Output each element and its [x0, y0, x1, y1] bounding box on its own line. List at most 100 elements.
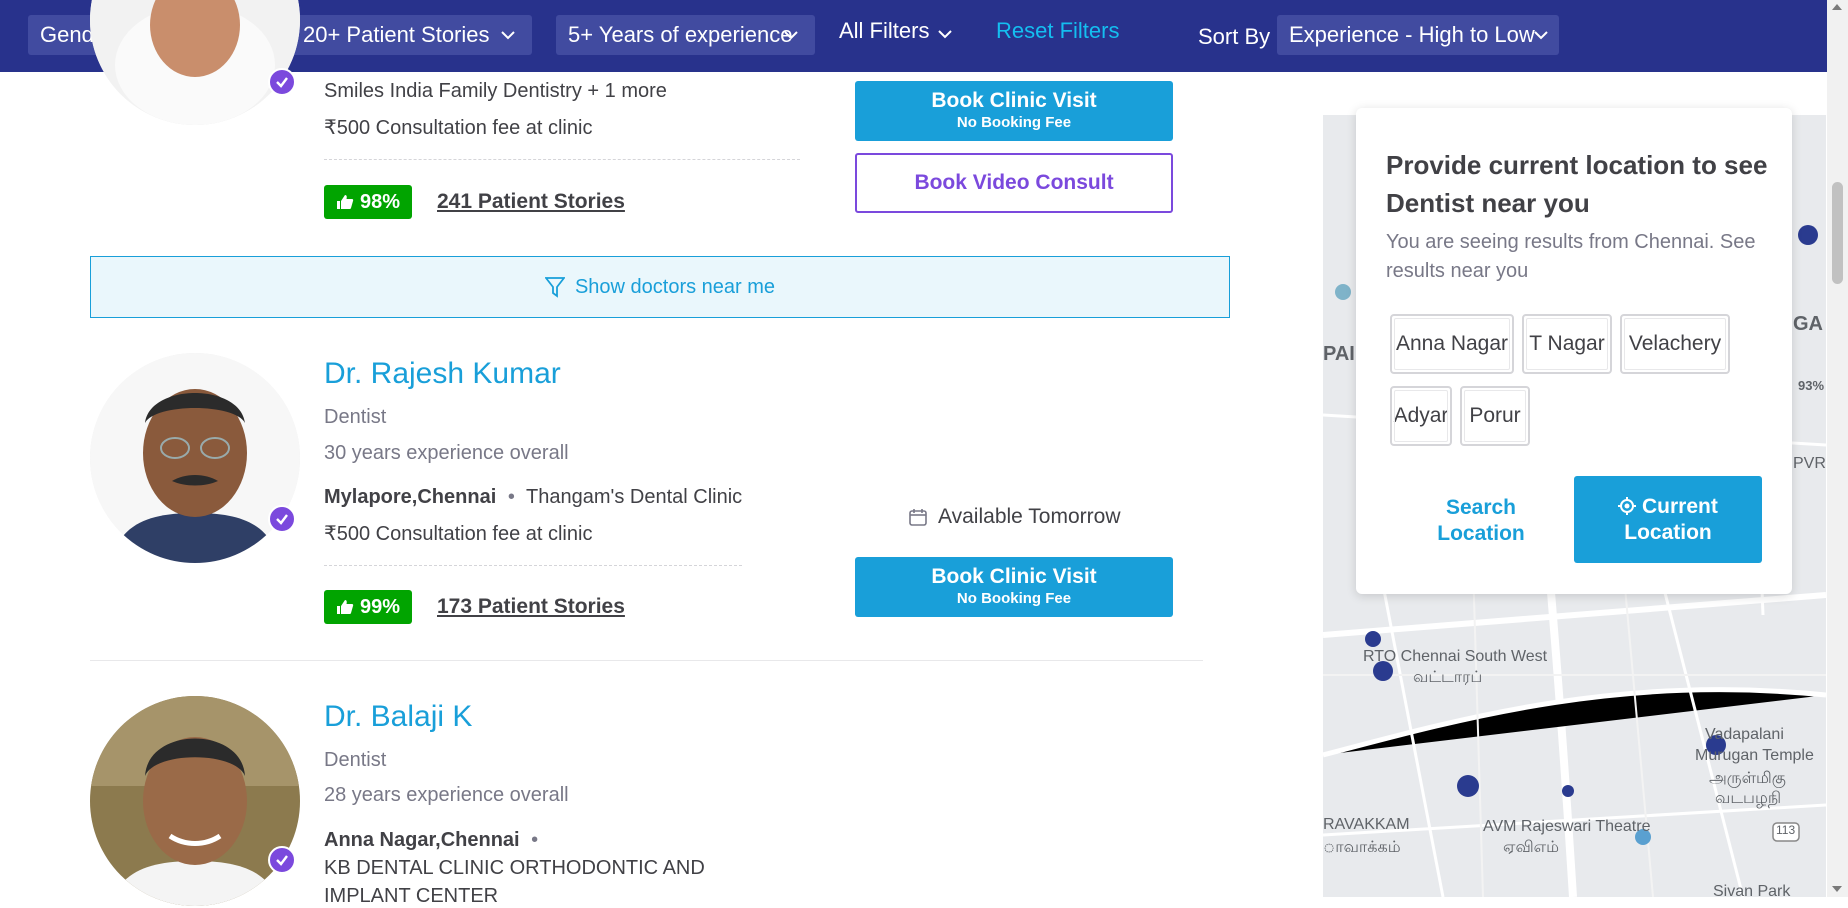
experience-filter-label: 5+ Years of experience — [568, 22, 793, 47]
all-filters-button[interactable]: All Filters — [839, 18, 929, 44]
doctor-location: Anna Nagar,Chennai • — [324, 829, 538, 852]
doctor-clinic-link[interactable]: KB DENTAL CLINIC ORTHODONTIC AND — [324, 857, 705, 880]
verified-icon — [268, 505, 296, 533]
location-chip[interactable]: Porur — [1460, 386, 1530, 446]
doctor-fee: ₹500 Consultation fee at clinic — [324, 117, 593, 139]
map-label: வட்டாரப் — [1413, 669, 1483, 686]
chevron-down-icon[interactable] — [935, 24, 955, 44]
thumbs-up-icon — [337, 600, 354, 614]
chevron-down-icon — [784, 31, 798, 40]
map-label: அருள்மிகு — [1709, 770, 1786, 787]
reset-filters-link[interactable]: Reset Filters — [996, 18, 1119, 44]
chevron-down-icon — [501, 31, 515, 40]
rating-badge: 99% — [324, 590, 413, 624]
sort-select[interactable]: Experience - High to Low — [1277, 15, 1559, 55]
location-chip-label: T Nagar — [1529, 332, 1605, 355]
doctor-avatar[interactable] — [90, 0, 300, 125]
map-label: RTO Chennai South West — [1363, 648, 1548, 665]
book-clinic-visit-label: Book Clinic Visit — [931, 89, 1097, 112]
show-doctors-near-me-label: Show doctors near me — [574, 275, 776, 298]
map-label: Murugan Temple — [1695, 747, 1814, 764]
map-label: Sivan Park — [1713, 883, 1791, 897]
scroll-down-arrow-icon[interactable] — [1832, 886, 1842, 892]
map-label: RAVAKKAM — [1323, 816, 1410, 833]
map-label: AVM Rajeswari Theatre — [1483, 818, 1651, 835]
patient-stories-filter[interactable]: 20+ Patient Stories — [291, 15, 532, 55]
scroll-up-arrow-icon[interactable] — [1832, 4, 1842, 10]
map-label: PAI — [1323, 343, 1355, 365]
map-label: வடபழநி — [1715, 790, 1782, 807]
search-location-button[interactable]: Search Location — [1416, 495, 1546, 547]
map-label: 93% — [1798, 378, 1825, 393]
doctor-locality-link[interactable]: Mylapore,Chennai — [324, 486, 496, 508]
current-location-label: Current Location — [1624, 495, 1718, 544]
location-popup-subtitle: You are seeing results from Chennai. See… — [1386, 231, 1756, 282]
experience-filter[interactable]: 5+ Years of experience — [556, 15, 815, 55]
separator-dot: • — [507, 486, 515, 508]
doctor-photo — [90, 0, 300, 125]
separator-dot: • — [531, 829, 539, 851]
crosshair-icon — [1618, 497, 1637, 515]
divider — [324, 565, 742, 566]
patient-stories-filter-label: 20+ Patient Stories — [303, 22, 490, 47]
availability-label: Available Tomorrow — [938, 505, 1121, 528]
doctor-avatar[interactable] — [90, 696, 300, 906]
doctor-clinic[interactable]: Smiles India Family Dentistry + 1 more — [324, 80, 667, 103]
location-popup-title: Provide current location to see Dentist … — [1386, 150, 1768, 218]
sort-select-value: Experience - High to Low — [1289, 22, 1535, 47]
book-clinic-visit-button[interactable]: Book Clinic Visit No Booking Fee — [855, 81, 1173, 141]
location-chip-label: Porur — [1469, 404, 1521, 427]
location-chip[interactable]: Adyar — [1390, 386, 1452, 446]
doctor-locality-link[interactable]: Anna Nagar,Chennai — [324, 829, 520, 851]
divider — [324, 159, 800, 160]
no-booking-fee-label: No Booking Fee — [956, 114, 1072, 131]
location-chip[interactable]: Velachery — [1620, 314, 1730, 374]
filter-icon — [544, 277, 565, 298]
rating-value: 98% — [360, 190, 401, 213]
no-booking-fee-label: No Booking Fee — [956, 590, 1072, 607]
rating-value: 99% — [360, 595, 401, 618]
location-chip[interactable]: Anna Nagar — [1390, 314, 1514, 374]
map-label: ஏவிஎம் — [1503, 839, 1560, 856]
thumbs-up-icon — [337, 195, 354, 209]
doctor-name-link[interactable]: Dr. Balaji K — [324, 700, 472, 734]
doctor-avatar[interactable] — [90, 353, 300, 563]
scrollbar-thumb[interactable] — [1832, 182, 1843, 284]
doctor-location: Mylapore,Chennai • Thangam's Dental Clin… — [324, 486, 742, 509]
doctor-fee: ₹500 Consultation fee at clinic — [324, 523, 593, 545]
verified-icon — [268, 68, 296, 96]
map-label: 113 — [1776, 823, 1796, 837]
doctor-photo — [90, 353, 300, 563]
book-clinic-visit-button[interactable]: Book Clinic Visit No Booking Fee — [855, 557, 1173, 617]
sort-by-label: Sort By — [1198, 24, 1271, 49]
doctor-experience: 28 years experience overall — [324, 784, 569, 806]
location-chip-label: Velachery — [1628, 332, 1722, 355]
availability: Available Tomorrow — [908, 505, 1120, 529]
current-location-button[interactable]: Current Location — [1574, 476, 1762, 563]
map-label: GA — [1793, 313, 1823, 335]
doctor-name-link[interactable]: Dr. Rajesh Kumar — [324, 357, 561, 391]
doctor-specialty: Dentist — [324, 406, 387, 428]
rating-badge: 98% — [324, 185, 413, 219]
location-popup: Provide current location to see Dentist … — [1356, 108, 1792, 594]
page-scrollbar[interactable] — [1827, 0, 1848, 897]
book-clinic-visit-label: Book Clinic Visit — [931, 565, 1097, 588]
map-label: PVR — [1793, 455, 1826, 472]
map-label: Vadapalani — [1705, 726, 1784, 743]
patient-stories-link[interactable]: 241 Patient Stories — [437, 190, 625, 214]
verified-icon — [268, 846, 296, 874]
map-label: ாவாக்கம் — [1323, 839, 1401, 856]
location-chip[interactable]: T Nagar — [1522, 314, 1612, 374]
doctor-specialty: Dentist — [324, 749, 387, 771]
patient-stories-link[interactable]: 173 Patient Stories — [437, 595, 625, 619]
book-video-consult-button[interactable]: Book Video Consult — [855, 153, 1173, 213]
doctor-clinic-link[interactable]: Thangam's Dental Clinic — [526, 486, 742, 508]
location-chip-label: Anna Nagar — [1395, 332, 1509, 355]
location-chip-label: Adyar — [1393, 404, 1449, 427]
doctor-experience: 30 years experience overall — [324, 442, 569, 464]
doctor-photo — [90, 696, 300, 906]
calendar-icon — [909, 509, 927, 526]
book-video-consult-label: Book Video Consult — [914, 171, 1114, 194]
divider — [90, 660, 1203, 661]
show-doctors-near-me-banner[interactable]: Show doctors near me — [90, 256, 1230, 318]
